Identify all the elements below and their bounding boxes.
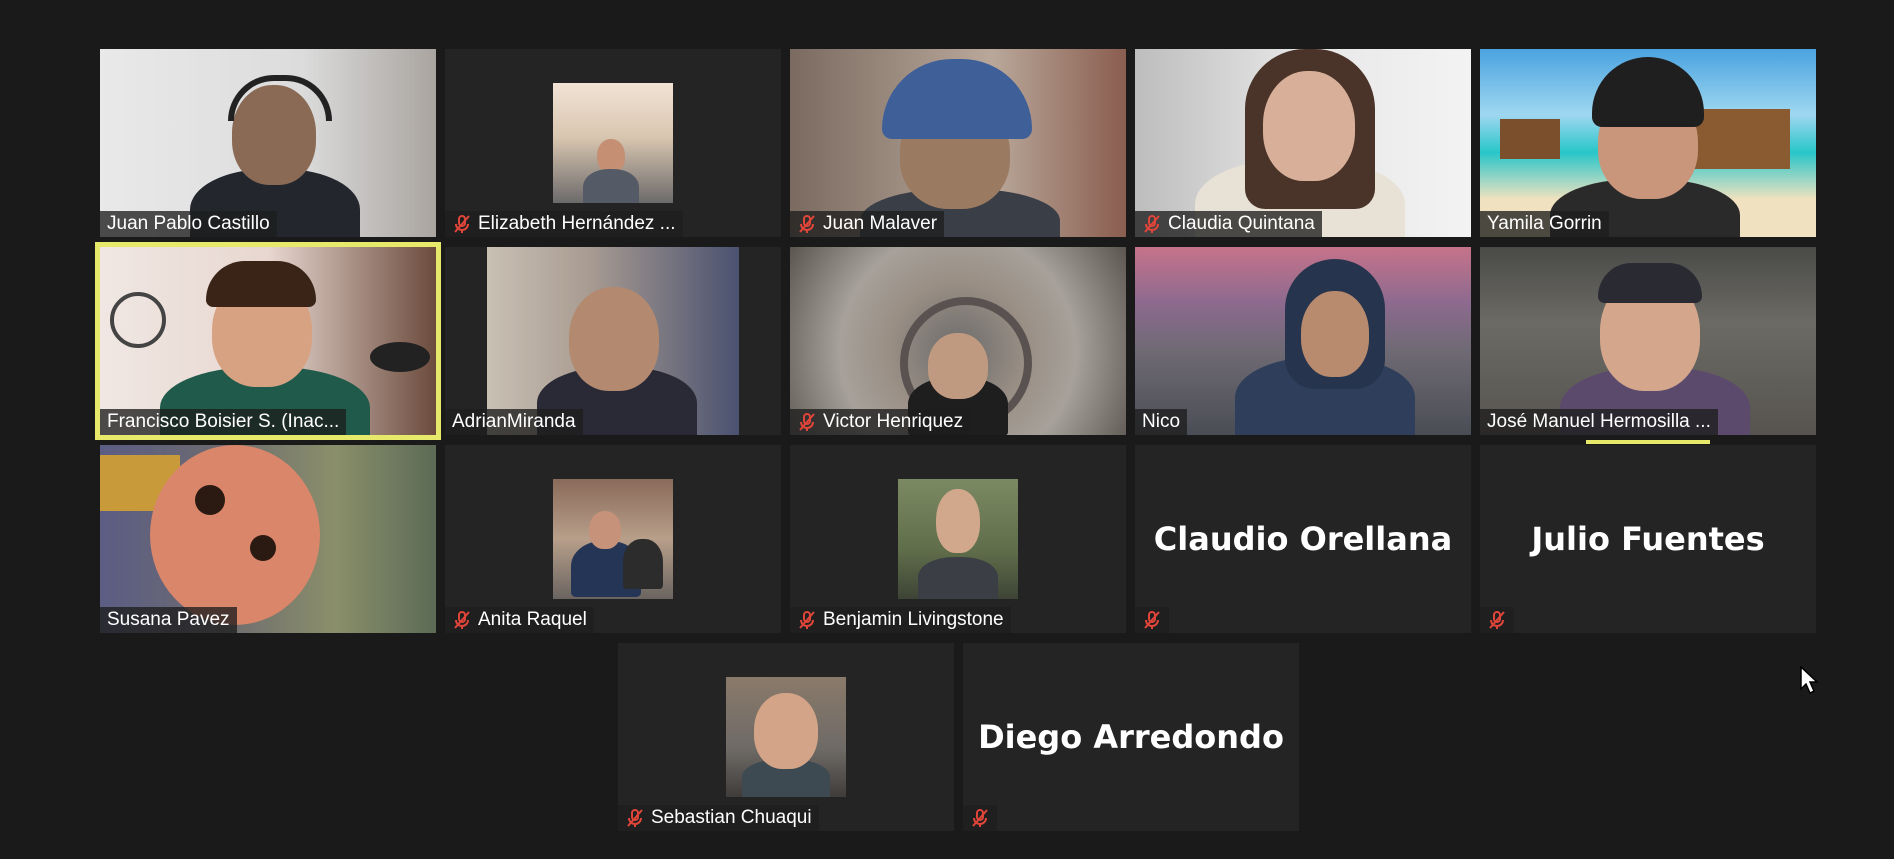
participant-tile[interactable]: AdrianMiranda (445, 247, 781, 435)
participant-name-label: Benjamin Livingstone (790, 607, 1011, 633)
participant-name-label: Victor Henriquez (790, 409, 971, 435)
participant-tile[interactable]: Benjamin Livingstone (790, 445, 1126, 633)
participant-name-label: Claudia Quintana (1135, 211, 1322, 237)
participant-video (100, 49, 436, 237)
participant-tile[interactable]: Anita Raquel (445, 445, 781, 633)
participant-name-label: Juan Pablo Castillo (100, 211, 277, 237)
participant-name: José Manuel Hermosilla ... (1487, 411, 1711, 432)
participant-name: Francisco Boisier S. (Inac... (107, 411, 340, 432)
participant-video (487, 247, 739, 435)
participant-name: Victor Henriquez (823, 411, 964, 432)
participant-tile[interactable]: José Manuel Hermosilla ... (1480, 247, 1816, 435)
participant-name-label (963, 805, 997, 831)
participant-name-label: Francisco Boisier S. (Inac... (100, 409, 347, 435)
participant-name: Anita Raquel (478, 609, 587, 630)
participant-video (100, 445, 436, 633)
participant-tile[interactable]: Sebastian Chuaqui (618, 643, 954, 831)
participant-video (100, 247, 436, 435)
participant-name-label: Elizabeth Hernández ... (445, 211, 683, 237)
participant-name: Juan Malaver (823, 213, 938, 234)
microphone-muted-icon (797, 412, 817, 432)
participant-name: Sebastian Chuaqui (651, 807, 812, 828)
participant-name-label: Yamila Gorrin (1480, 211, 1609, 237)
participant-tile[interactable]: Juan Malaver (790, 49, 1126, 237)
participant-name: Juan Pablo Castillo (107, 213, 270, 234)
microphone-muted-icon (452, 214, 472, 234)
microphone-muted-icon (797, 214, 817, 234)
microphone-muted-icon (970, 808, 990, 828)
participant-tile[interactable]: Elizabeth Hernández ... (445, 49, 781, 237)
meeting-gallery-view: Juan Pablo Castillo Elizabeth Hernández … (0, 0, 1894, 859)
participant-avatar (553, 479, 673, 599)
microphone-muted-icon (1142, 610, 1162, 630)
participant-video (1135, 247, 1471, 435)
participant-avatar (726, 677, 846, 797)
participant-name-label (1480, 607, 1514, 633)
participant-name-label: Nico (1135, 409, 1188, 435)
participant-video (1480, 247, 1816, 435)
participant-tile[interactable]: Claudio Orellana (1135, 445, 1471, 633)
participant-video (1480, 49, 1816, 237)
participant-tile[interactable]: Diego Arredondo (963, 643, 1299, 831)
participant-name: Nico (1142, 411, 1181, 432)
microphone-muted-icon (1142, 214, 1162, 234)
participant-display-name: Julio Fuentes (1531, 520, 1765, 558)
participant-display-name: Diego Arredondo (978, 718, 1284, 756)
participant-name: Benjamin Livingstone (823, 609, 1004, 630)
participant-tile[interactable]: Nico (1135, 247, 1471, 435)
speaking-indicator-bar (1586, 440, 1710, 444)
participant-tile[interactable]: Claudia Quintana (1135, 49, 1471, 237)
participant-name-label (1135, 607, 1169, 633)
participant-name: Susana Pavez (107, 609, 230, 630)
participant-tile-active-speaker[interactable]: Francisco Boisier S. (Inac... (95, 242, 441, 440)
participant-display-name: Claudio Orellana (1153, 520, 1453, 558)
microphone-muted-icon (1487, 610, 1507, 630)
microphone-muted-icon (452, 610, 472, 630)
participant-avatar (553, 83, 673, 203)
microphone-muted-icon (625, 808, 645, 828)
participant-video (790, 247, 1126, 435)
participant-tile[interactable]: Juan Pablo Castillo (100, 49, 436, 237)
participant-video (1135, 49, 1471, 237)
participant-name-label: Sebastian Chuaqui (618, 805, 819, 831)
participant-name: Yamila Gorrin (1487, 213, 1602, 234)
participant-name: Elizabeth Hernández ... (478, 213, 676, 234)
participant-name-label: Anita Raquel (445, 607, 594, 633)
microphone-muted-icon (797, 610, 817, 630)
participant-name-label: Susana Pavez (100, 607, 237, 633)
participant-avatar (898, 479, 1018, 599)
participant-tile[interactable]: Susana Pavez (100, 445, 436, 633)
participant-tile[interactable]: Julio Fuentes (1480, 445, 1816, 633)
participant-tile[interactable]: Victor Henriquez (790, 247, 1126, 435)
participant-name-label: Juan Malaver (790, 211, 945, 237)
participant-name-label: José Manuel Hermosilla ... (1480, 409, 1718, 435)
participant-name: Claudia Quintana (1168, 213, 1315, 234)
participant-tile[interactable]: Yamila Gorrin (1480, 49, 1816, 237)
participant-video (790, 49, 1126, 237)
participant-name: AdrianMiranda (452, 411, 576, 432)
participant-name-label: AdrianMiranda (445, 409, 583, 435)
mouse-pointer-icon (1800, 665, 1820, 701)
